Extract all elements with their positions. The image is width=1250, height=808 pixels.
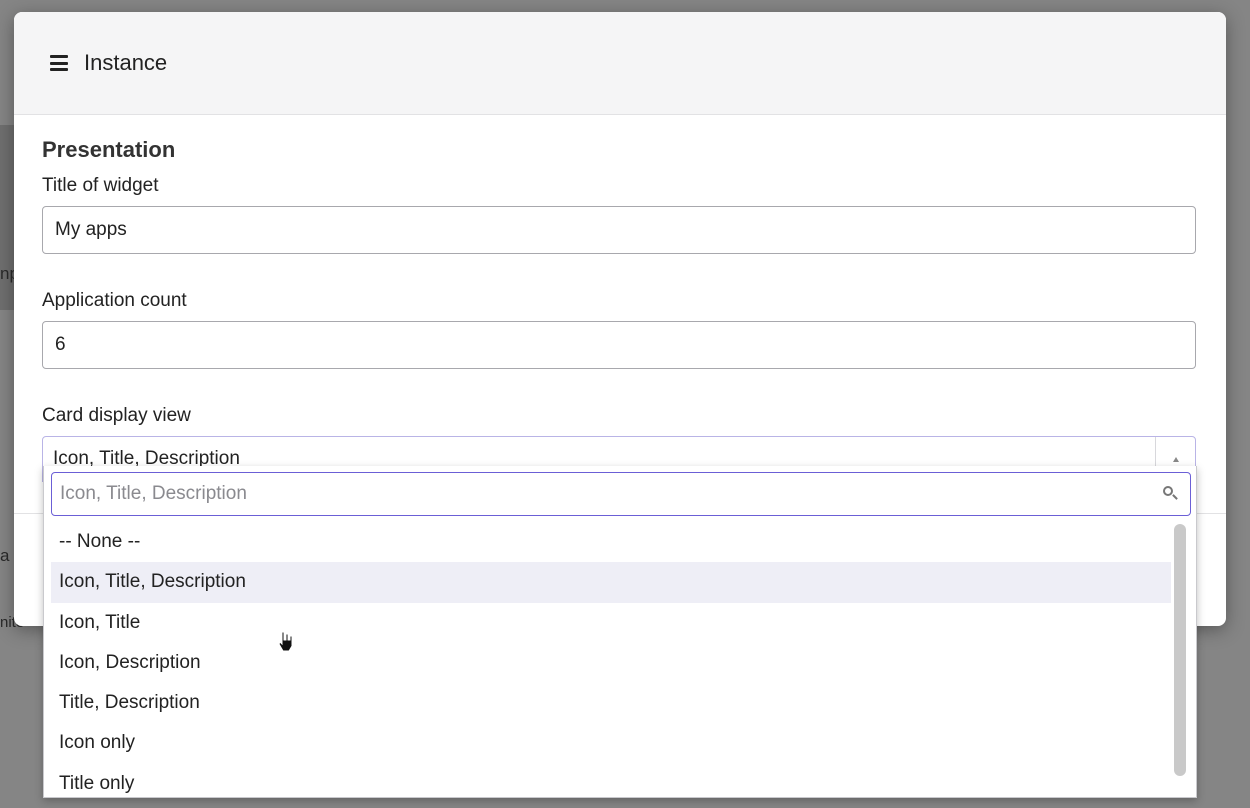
modal-body: Presentation Title of widget Application…: [14, 115, 1226, 482]
title-input[interactable]: [42, 206, 1196, 254]
search-icon: [1158, 481, 1184, 507]
dropdown-option[interactable]: Icon, Description: [51, 643, 1171, 683]
card-display-label: Card display view: [42, 405, 191, 426]
count-input[interactable]: [42, 321, 1196, 369]
dropdown-search-box: [51, 472, 1191, 516]
modal-header: Instance: [14, 12, 1226, 115]
dropdown-option[interactable]: Title only: [51, 764, 1171, 797]
dropdown-scrollbar[interactable]: [1174, 524, 1186, 776]
dropdown-option[interactable]: Icon, Title: [51, 603, 1171, 643]
dropdown-option[interactable]: -- None --: [51, 522, 1171, 562]
count-field: Application count: [42, 290, 1198, 369]
dropdown-option[interactable]: Title, Description: [51, 683, 1171, 723]
dropdown-option[interactable]: Icon, Title, Description: [51, 562, 1171, 603]
chevron-up-icon: [1172, 456, 1179, 462]
section-title: Presentation: [42, 137, 176, 162]
dropdown-option[interactable]: Icon only: [51, 723, 1171, 763]
menu-icon[interactable]: [50, 55, 68, 71]
background-text-fragment: a: [0, 546, 10, 565]
modal-title: Instance: [84, 50, 168, 75]
dropdown-options-list: -- None -- Icon, Title, Description Icon…: [51, 522, 1171, 797]
title-label: Title of widget: [42, 175, 159, 196]
count-label: Application count: [42, 290, 187, 311]
card-display-dropdown: -- None -- Icon, Title, Description Icon…: [43, 466, 1197, 798]
hand-cursor-icon: [278, 631, 293, 652]
dropdown-search-input[interactable]: [52, 483, 1158, 505]
title-field: Title of widget: [42, 175, 1198, 254]
